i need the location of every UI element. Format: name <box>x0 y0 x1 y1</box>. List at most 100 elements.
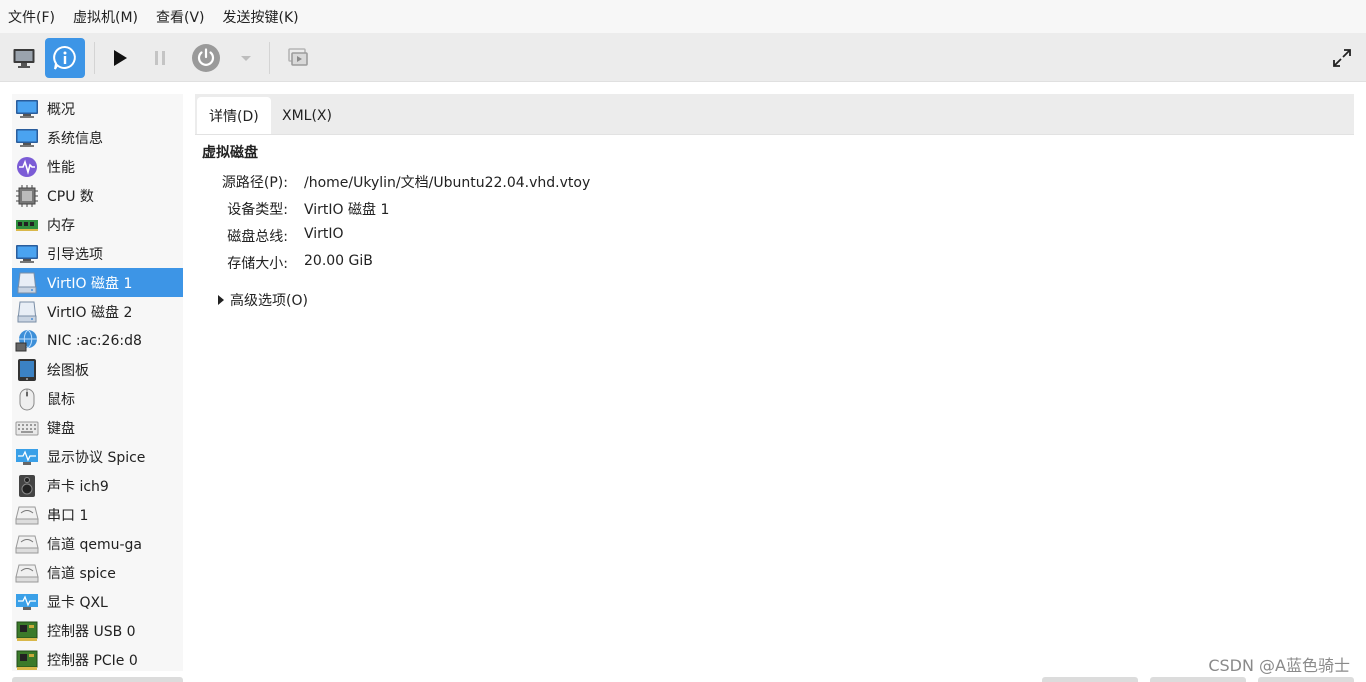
remove-button[interactable] <box>1042 677 1138 682</box>
sidebar-item-keyboard[interactable]: 键盘 <box>12 413 183 442</box>
pause-button[interactable] <box>140 38 180 78</box>
monitor-icon <box>15 97 39 121</box>
sidebar-item-label: NIC :ac:26:d8 <box>47 332 142 349</box>
play-icon <box>114 50 127 66</box>
memory-icon <box>15 213 39 237</box>
sidebar-item-os-info[interactable]: 系统信息 <box>12 123 183 152</box>
sidebar-item-label: 引导选项 <box>47 246 103 263</box>
sidebar-item-serial-1[interactable]: 串口 1 <box>12 500 183 529</box>
cpu-icon <box>15 184 39 208</box>
sidebar-item-mouse[interactable]: 鼠标 <box>12 384 183 413</box>
toolbar-separator <box>269 42 270 74</box>
display-icon <box>15 445 39 469</box>
device-type-value: VirtIO 磁盘 1 <box>304 202 390 218</box>
sidebar-item-label: 信道 spice <box>47 565 116 582</box>
sidebar-item-label: 显卡 QXL <box>47 594 108 611</box>
sidebar-item-nic[interactable]: NIC :ac:26:d8 <box>12 326 183 355</box>
sidebar-item-label: 信道 qemu-ga <box>47 536 142 553</box>
disk-bus-value: VirtIO <box>304 226 344 242</box>
keyboard-icon <box>15 416 39 440</box>
menu-bar: 文件(F) 虚拟机(M) 查看(V) 发送按键(K) <box>0 0 1366 33</box>
disk-icon <box>15 271 39 295</box>
shutdown-button[interactable] <box>186 38 226 78</box>
fullscreen-icon <box>1333 49 1351 67</box>
storage-size-value: 20.00 GiB <box>304 253 373 269</box>
tab-details[interactable]: 详情(D) <box>197 97 271 134</box>
apply-button[interactable] <box>1258 677 1354 682</box>
tablet-icon <box>15 358 39 382</box>
sidebar-item-controller-usb[interactable]: 控制器 USB 0 <box>12 616 183 645</box>
sidebar-item-channel-spice[interactable]: 信道 spice <box>12 558 183 587</box>
sidebar-item-boot-options[interactable]: 引导选项 <box>12 239 183 268</box>
chevron-down-icon <box>241 56 251 61</box>
toolbar-separator <box>94 42 95 74</box>
monitor-icon <box>15 242 39 266</box>
monitor-icon <box>15 126 39 150</box>
menu-send-key[interactable]: 发送按键(K) <box>214 7 308 27</box>
pause-icon <box>155 51 165 65</box>
sidebar-item-label: 串口 1 <box>47 507 89 524</box>
controller-icon <box>15 648 39 672</box>
sidebar-item-video-qxl[interactable]: 显卡 QXL <box>12 587 183 616</box>
serial-icon <box>15 503 39 527</box>
disk-bus-label: 磁盘总线: <box>227 229 288 245</box>
menu-file[interactable]: 文件(F) <box>0 7 64 27</box>
source-path-label: 源路径(P): <box>221 175 288 191</box>
advanced-options-label: 高级选项(O) <box>230 293 308 309</box>
sidebar-item-label: 内存 <box>47 217 75 234</box>
run-button[interactable] <box>100 38 140 78</box>
power-icon <box>192 44 220 72</box>
display-icon <box>15 590 39 614</box>
serial-icon <box>15 532 39 556</box>
sidebar-item-label: 概况 <box>47 101 75 118</box>
advanced-options-expander[interactable]: 高级选项(O) <box>218 290 308 310</box>
section-title: 虚拟磁盘 <box>202 145 258 161</box>
sidebar-item-label: VirtIO 磁盘 2 <box>47 304 133 321</box>
network-icon <box>15 329 39 353</box>
sidebar-item-label: 声卡 ich9 <box>47 478 109 495</box>
sidebar-item-label: 控制器 PCIe 0 <box>47 652 138 669</box>
cancel-button[interactable] <box>1150 677 1246 682</box>
source-path-value: /home/Ukylin/文档/Ubuntu22.04.vhd.vtoy <box>304 175 591 191</box>
sidebar-item-label: CPU 数 <box>47 188 94 205</box>
snapshot-icon <box>288 48 308 66</box>
watermark: CSDN @A蓝色骑士 <box>1208 656 1350 675</box>
sidebar-item-cpu[interactable]: CPU 数 <box>12 181 183 210</box>
sidebar-item-label: 键盘 <box>47 420 75 437</box>
sidebar-item-channel-qemu-ga[interactable]: 信道 qemu-ga <box>12 529 183 558</box>
disk-icon <box>15 300 39 324</box>
sidebar-item-label: 鼠标 <box>47 391 75 408</box>
sidebar-item-virtio-disk-1[interactable]: VirtIO 磁盘 1 <box>12 268 183 297</box>
add-hardware-button[interactable] <box>12 677 183 682</box>
sidebar-item-virtio-disk-2[interactable]: VirtIO 磁盘 2 <box>12 297 183 326</box>
fullscreen-button[interactable] <box>1322 38 1362 78</box>
device-type-label: 设备类型: <box>227 202 288 218</box>
performance-icon <box>15 155 39 179</box>
menu-vm[interactable]: 虚拟机(M) <box>64 7 147 27</box>
sidebar-item-label: 显示协议 Spice <box>47 449 146 466</box>
shutdown-menu-button[interactable] <box>227 38 265 78</box>
serial-icon <box>15 561 39 585</box>
menu-view[interactable]: 查看(V) <box>147 7 214 27</box>
details-tabs: 详情(D) XML(X) <box>195 94 1354 135</box>
sidebar-item-controller-pcie[interactable]: 控制器 PCIe 0 <box>12 645 183 671</box>
sidebar-item-label: VirtIO 磁盘 1 <box>47 275 133 292</box>
sidebar-item-memory[interactable]: 内存 <box>12 210 183 239</box>
snapshots-button[interactable] <box>278 38 318 78</box>
console-view-button[interactable] <box>4 38 44 78</box>
hardware-list: 概况 系统信息 性能 CPU 数 内存 引导选项 VirtIO 磁盘 1 Vir… <box>12 94 183 671</box>
sidebar-item-label: 性能 <box>47 159 75 176</box>
tab-xml[interactable]: XML(X) <box>270 97 344 134</box>
sidebar-item-performance[interactable]: 性能 <box>12 152 183 181</box>
speaker-icon <box>15 474 39 498</box>
sidebar-item-label: 控制器 USB 0 <box>47 623 136 640</box>
mouse-icon <box>15 387 39 411</box>
details-view-button[interactable] <box>45 38 85 78</box>
sidebar-item-sound[interactable]: 声卡 ich9 <box>12 471 183 500</box>
sidebar-item-overview[interactable]: 概况 <box>12 94 183 123</box>
sidebar-item-tablet[interactable]: 绘图板 <box>12 355 183 384</box>
monitor-icon <box>13 49 35 68</box>
expander-arrow-icon <box>218 295 224 305</box>
sidebar-item-display-spice[interactable]: 显示协议 Spice <box>12 442 183 471</box>
storage-size-label: 存储大小: <box>227 256 288 272</box>
